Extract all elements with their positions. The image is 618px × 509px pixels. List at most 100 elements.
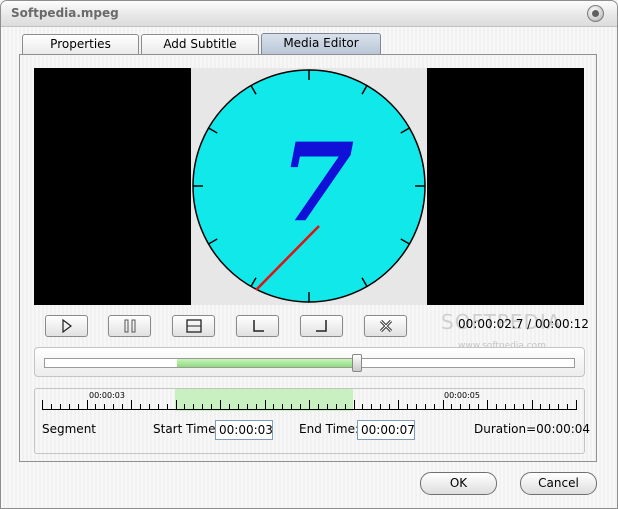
ruler-label: 00:00:03 — [89, 391, 125, 400]
ruler-tick — [406, 404, 408, 409]
ruler-tick — [513, 404, 515, 409]
ruler-tick — [522, 404, 524, 409]
ruler-tick — [122, 404, 124, 409]
pause-button[interactable] — [108, 315, 151, 337]
ruler-tick — [264, 400, 266, 409]
close-window-icon[interactable] — [587, 5, 604, 22]
tab-add-subtitle[interactable]: Add Subtitle — [141, 34, 259, 55]
ruler-tick — [50, 404, 52, 409]
stop-icon — [185, 319, 202, 333]
countdown-digit: 7 — [279, 120, 354, 246]
slider-thumb[interactable] — [352, 354, 363, 372]
ruler-tick — [540, 404, 542, 409]
segment-label: Segment — [42, 422, 96, 436]
play-button[interactable] — [45, 315, 88, 337]
ruler-tick — [211, 404, 213, 409]
end-time-field[interactable]: 00:00:07 — [357, 420, 415, 440]
end-time-label: End Time: — [299, 422, 360, 436]
video-preview: 7 — [34, 68, 584, 305]
ruler-tick — [487, 400, 488, 409]
ruler-tick — [300, 404, 302, 409]
slider-track[interactable] — [44, 354, 575, 372]
ruler-tick — [291, 404, 293, 409]
ruler-tick — [282, 404, 284, 409]
ruler-tick — [558, 404, 560, 409]
cancel-button[interactable]: Cancel — [520, 472, 597, 495]
ruler-baseline — [42, 409, 577, 410]
ruler-tick — [576, 400, 577, 409]
ruler-tick — [237, 404, 239, 409]
ruler-tick — [148, 404, 150, 409]
video-frame: 7 — [191, 68, 427, 305]
timeline-box: 00:00:03 00:00:05 — [34, 388, 585, 454]
ruler-tick — [451, 404, 453, 409]
ruler-tick — [424, 404, 426, 409]
title-bar: Softpedia.mpeg — [1, 1, 617, 27]
ruler-tick — [567, 404, 569, 409]
ruler-tick — [42, 400, 43, 409]
ruler-tick — [202, 404, 204, 409]
ruler-tick — [380, 404, 382, 409]
timecode-readout: 00:00:02.7 / 00:00:12 — [458, 317, 589, 331]
ruler-tick — [415, 404, 417, 409]
tab-media-editor[interactable]: Media Editor — [261, 33, 381, 55]
ruler-tick — [273, 404, 275, 409]
timeline-ruler[interactable]: 00:00:03 00:00:05 — [42, 389, 577, 411]
ruler-tick — [442, 400, 444, 409]
ruler-tick — [113, 404, 115, 409]
ruler-tick — [77, 404, 79, 409]
ruler-tick — [326, 404, 328, 409]
ruler-tick — [549, 404, 551, 409]
ruler-tick — [104, 404, 106, 409]
ruler-tick — [495, 404, 497, 409]
duration-readout: Duration=00:00:04 — [474, 422, 591, 436]
ruler-tick — [175, 400, 177, 409]
ruler-tick — [68, 404, 70, 409]
ruler-tick — [59, 404, 61, 409]
mark-end-button[interactable] — [300, 315, 343, 337]
ruler-tick — [344, 404, 346, 409]
mark-end-icon — [315, 320, 327, 332]
delete-segment-icon — [379, 319, 392, 333]
ruler-tick — [166, 404, 168, 409]
ruler-tick — [184, 404, 186, 409]
mark-start-button[interactable] — [236, 315, 279, 337]
window-title: Softpedia.mpeg — [11, 6, 119, 20]
ruler-tick — [362, 404, 364, 409]
play-icon — [61, 319, 72, 333]
delete-segment-button[interactable] — [364, 315, 407, 337]
position-slider — [34, 347, 585, 377]
ruler-tick — [86, 400, 88, 409]
ruler-tick — [398, 400, 399, 409]
ruler-tick — [193, 404, 195, 409]
ruler-tick — [335, 404, 337, 409]
ruler-tick — [139, 404, 141, 409]
tab-properties[interactable]: Properties — [22, 34, 139, 55]
ruler-tick — [478, 404, 480, 409]
ruler-tick — [246, 404, 248, 409]
ruler-tick — [469, 404, 471, 409]
start-time-label: Start Time: — [153, 422, 220, 436]
ruler-label: 00:00:05 — [444, 391, 480, 400]
ruler-tick — [309, 400, 310, 409]
ruler-tick — [228, 404, 230, 409]
ok-button[interactable]: OK — [420, 472, 497, 495]
mark-start-icon — [252, 320, 264, 332]
ruler-tick — [371, 404, 373, 409]
clock-countdown-image: 7 — [192, 69, 426, 303]
ruler-tick — [317, 404, 319, 409]
ruler-tick — [157, 404, 159, 409]
stop-button[interactable] — [172, 315, 215, 337]
ruler-tick — [220, 400, 221, 409]
ruler-tick — [389, 404, 391, 409]
ruler-tick — [531, 400, 533, 409]
ruler-tick — [504, 404, 506, 409]
ruler-tick — [460, 404, 462, 409]
ruler-tick — [95, 404, 97, 409]
ruler-tick — [131, 400, 132, 409]
ruler-tick — [433, 404, 435, 409]
start-time-field[interactable]: 00:00:03 — [215, 420, 273, 440]
pause-icon — [124, 319, 135, 333]
ruler-tick — [255, 404, 257, 409]
slider-selection — [177, 359, 358, 367]
